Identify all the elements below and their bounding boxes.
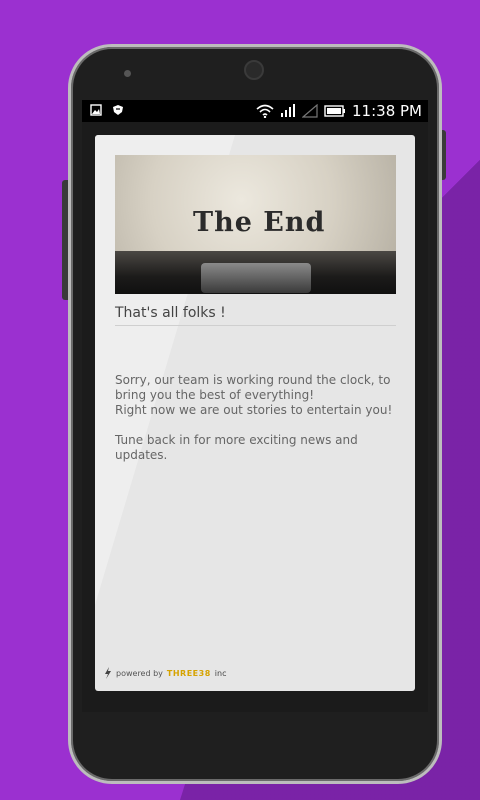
powered-by-label: powered by xyxy=(116,668,163,678)
status-time: 11:38 PM xyxy=(352,102,422,120)
powered-by-footer: powered by THREE38 inc xyxy=(104,667,226,679)
lightning-icon xyxy=(105,667,111,679)
card-body: Sorry, our team is working round the clo… xyxy=(115,373,400,463)
brand-suffix: inc xyxy=(214,668,227,678)
content-card: The End That's all folks ! Sorry, our te… xyxy=(95,135,415,691)
status-left-icons xyxy=(90,104,124,116)
gallery-icon xyxy=(90,104,102,116)
wifi-icon xyxy=(256,104,274,118)
brand-logo-text: THREE38 xyxy=(166,668,211,678)
status-right-icons: 11:38 PM xyxy=(256,102,422,120)
body-line-3: Tune back in for more exciting news and … xyxy=(115,433,358,462)
no-signal-icon xyxy=(302,104,318,118)
phone-sensor xyxy=(124,70,131,77)
typewriter-paper xyxy=(115,155,396,255)
card-title: That's all folks ! xyxy=(115,305,226,321)
body-line-1: Sorry, our team is working round the clo… xyxy=(115,373,391,402)
phone-screen: 11:38 PM The End That's all folks ! Sorr… xyxy=(82,100,428,712)
title-divider xyxy=(115,325,396,326)
typewriter-keys xyxy=(201,263,311,293)
battery-icon xyxy=(324,105,346,117)
hero-image: The End xyxy=(115,155,396,294)
shield-icon xyxy=(113,105,123,115)
hero-image-text: The End xyxy=(193,207,326,238)
front-camera xyxy=(244,60,264,80)
signal-icon xyxy=(281,104,296,117)
body-line-2: Right now we are out stories to entertai… xyxy=(115,403,393,417)
status-bar: 11:38 PM xyxy=(82,100,428,122)
